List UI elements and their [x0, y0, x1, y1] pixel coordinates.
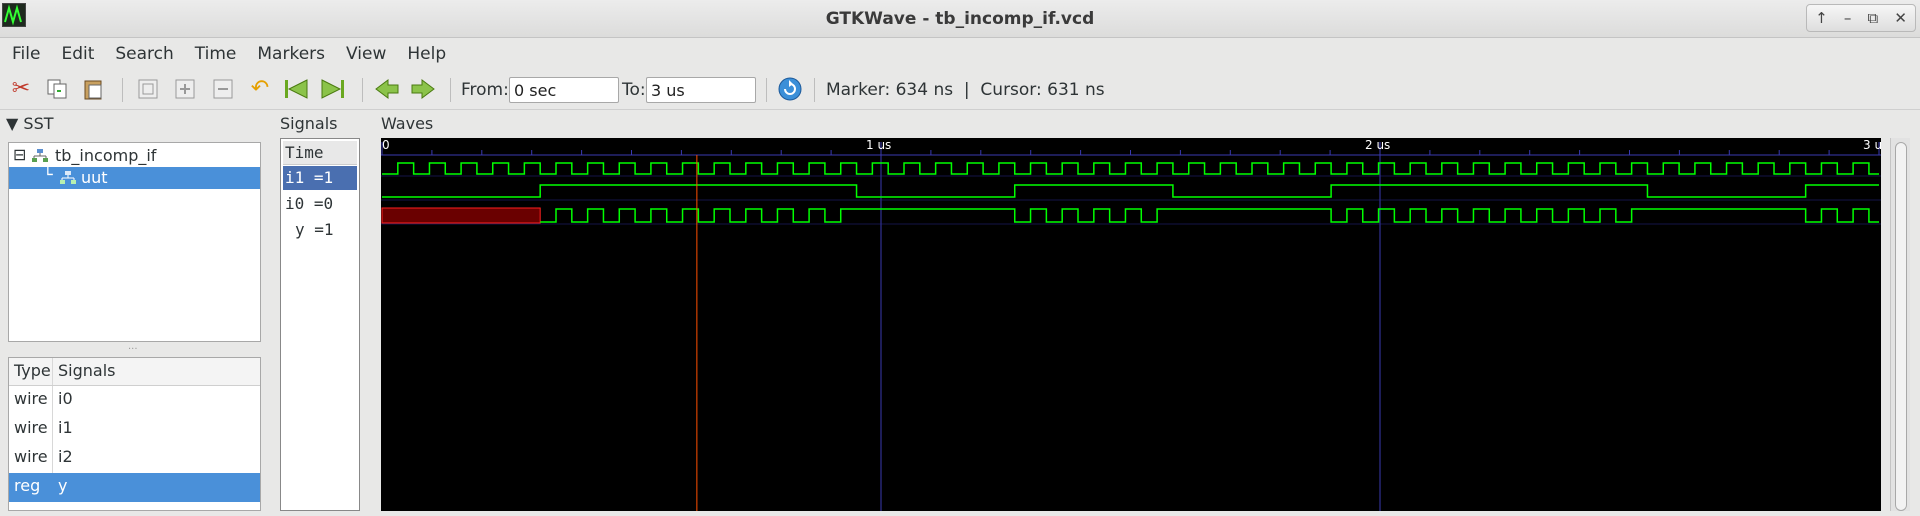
- signal-row-i0[interactable]: i0 =0: [283, 192, 357, 216]
- tree-item-label: uut: [81, 168, 108, 187]
- tree-item-label: tb_incomp_if: [55, 146, 157, 165]
- from-time-input[interactable]: [509, 77, 619, 103]
- column-header-type[interactable]: Type: [9, 358, 53, 385]
- toolbar-separator: [450, 78, 451, 102]
- copy-icon[interactable]: [44, 76, 70, 102]
- pane-splitter[interactable]: [266, 118, 270, 511]
- restore-icon[interactable]: ⧉: [1867, 9, 1878, 27]
- waves-pane-label: Waves: [381, 114, 434, 133]
- sst-tree: ⊟ tb_incomp_if └ uut: [8, 142, 261, 342]
- time-label-0: 0: [382, 138, 390, 152]
- signal-name: i2: [58, 447, 73, 466]
- expand-triangle-icon: ▼: [6, 114, 19, 133]
- signal-type: reg: [9, 473, 53, 502]
- paste-icon[interactable]: [80, 76, 106, 102]
- time-ruler: [381, 142, 1881, 156]
- signals-list: Time i1 =1 i0 =0 y =1: [280, 138, 360, 511]
- window-controls: ↑ – ⧉ ✕: [1806, 4, 1916, 32]
- waves-vertical-scrollbar[interactable]: [1890, 138, 1910, 511]
- sst-label: SST: [23, 114, 54, 133]
- signals-pane-label: Signals: [280, 114, 338, 133]
- signal-name: i1: [58, 418, 73, 437]
- zoom-in-icon[interactable]: [172, 76, 198, 102]
- toolbar-separator: [362, 78, 363, 102]
- column-header-signals[interactable]: Signals: [53, 358, 120, 385]
- tree-branch-line: └: [43, 165, 53, 184]
- signal-type: wire: [9, 386, 53, 415]
- signal-name: y: [58, 476, 68, 495]
- waveform-canvas[interactable]: 0 1 us 2 us 3 us: [381, 138, 1888, 511]
- signal-row-i1[interactable]: i1 =1: [283, 166, 357, 190]
- table-row[interactable]: wire i2: [9, 444, 260, 473]
- signal-row-y[interactable]: y =1: [283, 218, 357, 242]
- waveform-y-undefined-region[interactable]: [381, 207, 541, 224]
- signal-type: wire: [9, 415, 53, 444]
- menu-time[interactable]: Time: [195, 44, 237, 64]
- menu-bar: File Edit Search Time Markers View Help: [0, 38, 1920, 70]
- maximize-up-icon[interactable]: ↑: [1815, 9, 1828, 27]
- waveform-i1[interactable]: [382, 162, 1879, 175]
- time-label-2us: 2 us: [1365, 138, 1390, 152]
- time-label-1us: 1 us: [866, 138, 891, 152]
- tree-item-uut[interactable]: └ uut: [9, 165, 260, 190]
- time-label-3us: 3 us: [1863, 138, 1881, 152]
- reload-icon[interactable]: [777, 76, 803, 102]
- from-label: From:: [461, 80, 509, 100]
- title-bar: GTKWave - tb_incomp_if.vcd ↑ – ⧉ ✕: [0, 0, 1920, 38]
- zoom-to-end-icon[interactable]: [320, 76, 346, 102]
- zoom-out-icon[interactable]: [210, 76, 236, 102]
- table-row[interactable]: wire i1: [9, 415, 260, 444]
- waveform-svg[interactable]: 0 1 us 2 us 3 us: [381, 138, 1888, 511]
- toolbar: ✂ ↶ From: To: Marker: 634 ns | Cursor: 6…: [0, 70, 1920, 110]
- signal-name: i0: [58, 389, 73, 408]
- undo-zoom-icon[interactable]: ↶: [247, 76, 273, 102]
- marker-cursor-status: Marker: 634 ns | Cursor: 631 ns: [826, 80, 1105, 100]
- hierarchy-icon: [59, 170, 77, 190]
- find-previous-edge-icon[interactable]: [374, 76, 400, 102]
- close-icon[interactable]: ✕: [1894, 9, 1907, 27]
- waveform-i0[interactable]: [382, 184, 1879, 198]
- toolbar-separator: [122, 78, 123, 102]
- splitter-grip[interactable]: ···: [128, 344, 138, 355]
- table-header: Type Signals: [9, 358, 260, 386]
- table-row[interactable]: reg y: [9, 473, 260, 502]
- find-next-edge-icon[interactable]: [410, 76, 436, 102]
- scrollbar-thumb[interactable]: [1895, 142, 1907, 511]
- toolbar-separator: [766, 78, 767, 102]
- to-label: To:: [622, 80, 646, 100]
- signal-time-row[interactable]: Time: [283, 141, 357, 165]
- menu-file[interactable]: File: [12, 44, 40, 64]
- toolbar-separator: [814, 78, 815, 102]
- tree-item-tb-incomp-if[interactable]: ⊟ tb_incomp_if: [9, 145, 260, 167]
- menu-help[interactable]: Help: [407, 44, 446, 64]
- signal-type: wire: [9, 444, 53, 473]
- table-row[interactable]: wire i0: [9, 386, 260, 415]
- menu-view[interactable]: View: [346, 44, 386, 64]
- zoom-to-start-icon[interactable]: [283, 76, 309, 102]
- minimize-icon[interactable]: –: [1844, 9, 1852, 27]
- to-time-input[interactable]: [646, 77, 756, 103]
- waveform-y[interactable]: [540, 208, 1879, 223]
- signals-type-table: Type Signals wire i0 wire i1 wire i2 reg…: [8, 357, 261, 511]
- collapse-expander-icon[interactable]: ⊟: [13, 145, 26, 164]
- menu-search[interactable]: Search: [115, 44, 173, 64]
- sst-header[interactable]: ▼ SST: [6, 114, 54, 133]
- cut-icon[interactable]: ✂: [8, 76, 34, 102]
- window-title: GTKWave - tb_incomp_if.vcd: [825, 9, 1095, 29]
- menu-edit[interactable]: Edit: [61, 44, 94, 64]
- zoom-fit-icon[interactable]: [135, 76, 161, 102]
- menu-markers[interactable]: Markers: [257, 44, 325, 64]
